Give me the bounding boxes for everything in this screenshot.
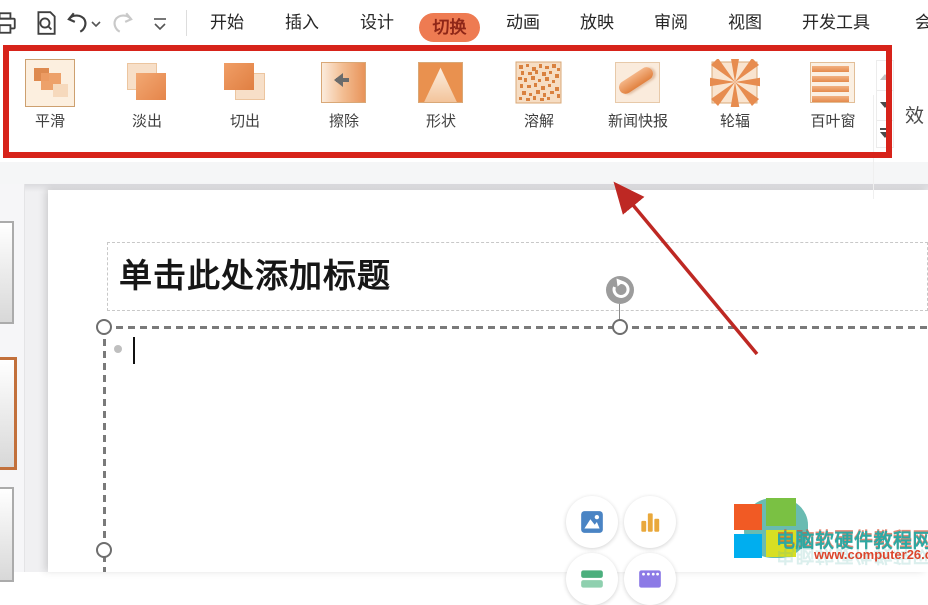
newsflash-icon: [613, 59, 663, 107]
wheel-icon: [710, 59, 760, 107]
title-placeholder[interactable]: 单击此处添加标题: [107, 242, 928, 311]
windows-logo-icon: [734, 534, 762, 558]
site-watermark: 电脑软硬件教程网 电脑软硬件教程网 www.computer26.com: [726, 490, 928, 572]
watermark-site-url: www.computer26.com: [814, 547, 928, 562]
tab-insert[interactable]: 插入: [285, 0, 319, 45]
table-icon: [579, 566, 605, 592]
toolbar-divider: [186, 10, 187, 36]
ribbon-bottom-strip: [0, 162, 928, 184]
transition-label: 擦除: [296, 110, 392, 131]
print-preview-icon[interactable]: [33, 10, 59, 36]
windows-logo-icon: [766, 498, 796, 526]
slide-thumbnail-pane: [0, 184, 25, 572]
blinds-icon: [808, 59, 858, 107]
tab-design[interactable]: 设计: [360, 0, 394, 45]
transition-label: 平滑: [2, 110, 98, 131]
picture-icon: [579, 509, 605, 535]
tab-slideshow[interactable]: 放映: [580, 0, 614, 45]
slide-thumbnail[interactable]: [0, 221, 14, 324]
transition-item-wipe[interactable]: 擦除: [296, 59, 392, 131]
gallery-scroll-up-icon[interactable]: [877, 61, 893, 91]
transitions-ribbon: 平滑 淡出 切出 擦除 形状: [0, 45, 928, 162]
morph-icon: [25, 59, 75, 107]
transition-label: 切出: [197, 110, 293, 131]
effect-options-partial-label[interactable]: 效: [905, 101, 924, 128]
transition-item-shape[interactable]: 形状: [393, 59, 489, 131]
undo-icon[interactable]: [64, 10, 90, 36]
insert-chart-button[interactable]: [624, 496, 676, 548]
slide-thumbnail[interactable]: [0, 487, 14, 582]
resize-handle-top-left[interactable]: [96, 319, 112, 335]
tab-animation[interactable]: 动画: [506, 0, 540, 45]
redo-icon[interactable]: [110, 10, 136, 36]
transition-item-fade[interactable]: 淡出: [99, 59, 195, 131]
transition-label: 百叶窗: [785, 110, 881, 131]
insert-media-button[interactable]: [624, 553, 676, 605]
transition-label: 淡出: [99, 110, 195, 131]
transition-item-cut[interactable]: 切出: [197, 59, 293, 131]
resize-handle-left-middle[interactable]: [96, 542, 112, 558]
tab-bar: 开始 插入 设计 切换 动画 放映 审阅 视图 开发工具 会: [0, 0, 928, 45]
tab-review[interactable]: 审阅: [654, 0, 688, 45]
tab-view[interactable]: 视图: [728, 0, 762, 45]
tab-transitions-active[interactable]: 切换: [419, 13, 480, 42]
insert-table-button[interactable]: [566, 553, 618, 605]
tab-home[interactable]: 开始: [210, 0, 244, 45]
tab-partial-right[interactable]: 会: [915, 0, 928, 45]
gallery-scroll-down-icon[interactable]: [877, 91, 893, 121]
resize-handle-top-center[interactable]: [612, 319, 628, 335]
bullet-point: [114, 345, 122, 353]
transition-item-morph[interactable]: 平滑: [2, 59, 98, 131]
cut-icon: [220, 59, 270, 107]
dissolve-icon: [514, 59, 564, 107]
transition-item-newsflash[interactable]: 新闻快报: [590, 59, 686, 131]
windows-logo-icon: [734, 504, 762, 530]
gallery-scroll: [876, 60, 894, 148]
wipe-icon: [319, 59, 369, 107]
transition-label: 新闻快报: [590, 110, 686, 131]
insert-picture-button[interactable]: [566, 496, 618, 548]
content-placeholder-top-border[interactable]: [104, 326, 928, 329]
gallery-divider: [873, 95, 874, 199]
fade-icon: [122, 59, 172, 107]
chart-icon: [637, 509, 663, 535]
tab-developer[interactable]: 开发工具: [802, 0, 870, 45]
rotate-handle-icon[interactable]: [604, 274, 636, 306]
title-placeholder-text: 单击此处添加标题: [108, 243, 927, 308]
transition-item-blinds[interactable]: 百叶窗: [785, 59, 881, 131]
transition-label: 溶解: [491, 110, 587, 131]
shape-icon: [416, 59, 466, 107]
transition-label: 形状: [393, 110, 489, 131]
media-icon: [637, 566, 663, 592]
transition-item-dissolve[interactable]: 溶解: [491, 59, 587, 131]
slide-thumbnail-selected[interactable]: [0, 357, 17, 470]
content-placeholder-left-border[interactable]: [103, 327, 106, 572]
printer-icon[interactable]: [0, 10, 18, 36]
transition-label: 轮辐: [687, 110, 783, 131]
undo-dropdown-icon[interactable]: [90, 10, 102, 36]
text-cursor: [133, 337, 135, 364]
transition-item-wheel[interactable]: 轮辐: [687, 59, 783, 131]
gallery-more-icon[interactable]: [877, 121, 893, 150]
customize-toolbar-icon[interactable]: [150, 10, 170, 36]
